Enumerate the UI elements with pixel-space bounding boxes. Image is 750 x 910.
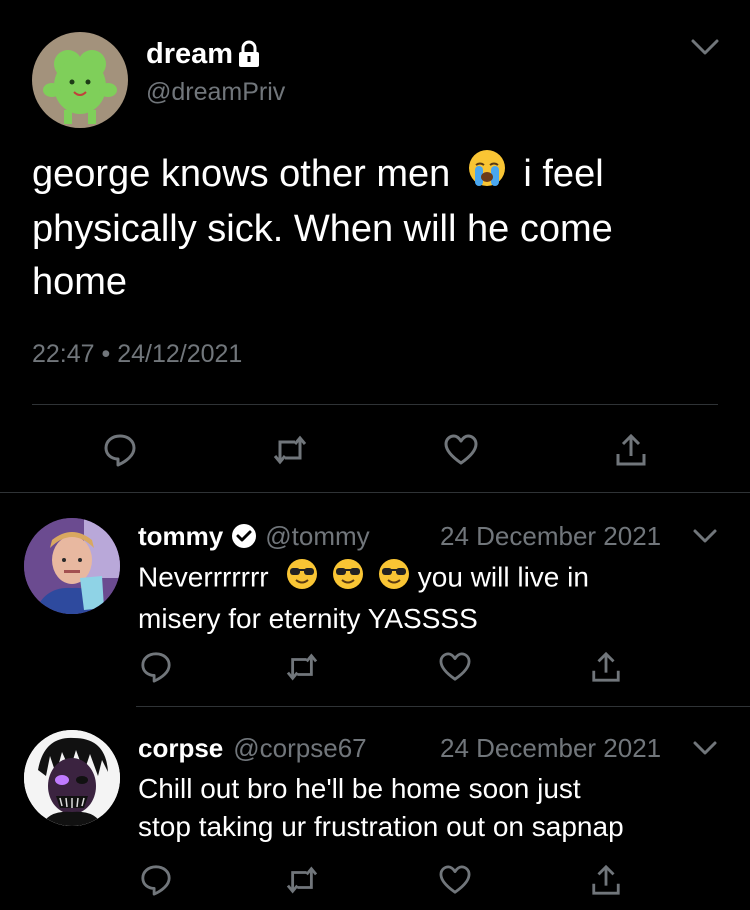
retweet-icon[interactable] xyxy=(285,652,319,682)
sunglasses-emoji xyxy=(378,558,410,600)
like-icon[interactable] xyxy=(438,652,472,682)
display-name[interactable]: tommy xyxy=(138,521,223,552)
retweet-icon[interactable] xyxy=(272,434,308,466)
reply-text: Chill out bro he'll be home soon just st… xyxy=(138,770,738,846)
reply-text-line1: Chill out bro he'll be home soon just xyxy=(138,773,581,804)
avatar-tommy[interactable] xyxy=(24,518,120,614)
reply-icon[interactable] xyxy=(103,433,137,467)
display-name[interactable]: corpse xyxy=(138,733,223,764)
avatar-corpse[interactable] xyxy=(24,730,120,826)
reply-text-part2: you will live in xyxy=(417,561,589,593)
handle[interactable]: @tommy xyxy=(265,521,369,552)
timestamp[interactable]: 22:47 • 24/12/2021 xyxy=(32,340,242,369)
chevron-down-icon[interactable] xyxy=(691,738,719,758)
handle[interactable]: @dreamPriv xyxy=(146,78,285,107)
reply-date[interactable]: 24 December 2021 xyxy=(440,733,661,764)
share-icon[interactable] xyxy=(590,863,622,897)
share-icon[interactable] xyxy=(590,650,622,684)
divider xyxy=(32,404,718,405)
divider xyxy=(136,706,750,707)
divider xyxy=(0,492,750,493)
sunglasses-emoji xyxy=(332,558,364,600)
reply-date[interactable]: 24 December 2021 xyxy=(440,521,661,552)
lock-icon xyxy=(236,40,262,68)
reply-icon[interactable] xyxy=(140,864,172,896)
reply-text-line2: stop taking ur frustration out on sapnap xyxy=(138,811,624,842)
sunglasses-emoji xyxy=(286,558,318,600)
chevron-down-icon[interactable] xyxy=(691,526,719,546)
like-icon[interactable] xyxy=(443,434,479,466)
crying-face-emoji xyxy=(467,148,507,203)
tweet-text-part1: george knows other men xyxy=(32,153,451,195)
verified-icon xyxy=(231,523,257,549)
chevron-down-icon[interactable] xyxy=(688,34,722,60)
tweet-text: george knows other men i feel physically… xyxy=(32,148,712,309)
avatar-dream[interactable] xyxy=(32,32,128,128)
reply-text-line2: misery for eternity YASSSS xyxy=(138,603,478,634)
retweet-icon[interactable] xyxy=(285,865,319,895)
reply-icon[interactable] xyxy=(140,651,172,683)
display-name[interactable]: dream xyxy=(146,38,233,71)
share-icon[interactable] xyxy=(614,432,648,468)
like-icon[interactable] xyxy=(438,865,472,895)
handle[interactable]: @corpse67 xyxy=(233,733,366,764)
reply-text: Neverrrrrrr you will live in misery for … xyxy=(138,558,728,638)
reply-text-part1: Neverrrrrrr xyxy=(138,561,269,593)
